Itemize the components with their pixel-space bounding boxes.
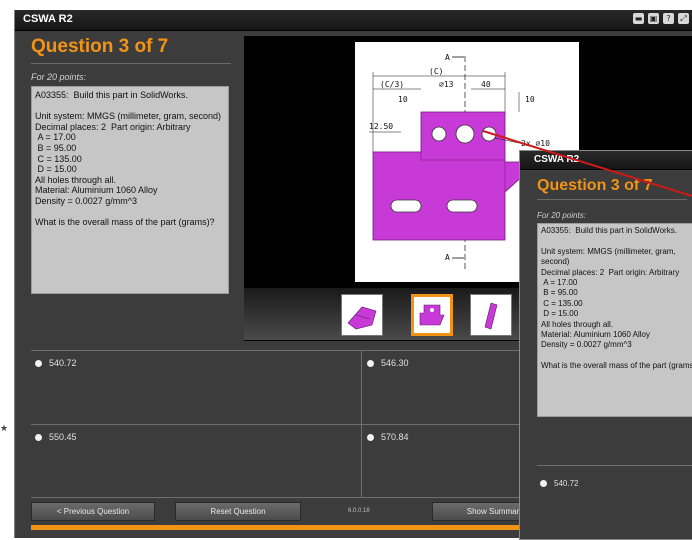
overlay-points-label: For 20 points: <box>537 211 586 220</box>
dim-10-left: 10 <box>398 95 408 104</box>
overlay-title-divider <box>537 199 687 200</box>
radio-button[interactable] <box>540 480 547 487</box>
radio-button[interactable] <box>35 433 42 441</box>
dim-holes: 2x ∅10 <box>521 139 550 148</box>
overlay-question-title: Question 3 of 7 <box>537 177 653 194</box>
answer-option-3[interactable]: 550.45 <box>35 432 77 442</box>
fullscreen-icon[interactable]: ⤢ <box>678 13 689 24</box>
star-icon: ★ <box>0 424 9 434</box>
dim-12-50: 12.50 <box>369 122 393 131</box>
answer-label: 570.84 <box>381 432 409 442</box>
title-bar: CSWA R2 ▬ ▣ ? ⤢ <box>15 10 692 31</box>
overlay-answer-divider <box>537 465 692 466</box>
section-label-top: A <box>445 53 450 62</box>
answer-option-4[interactable]: 570.84 <box>367 432 409 442</box>
previous-question-button[interactable]: < Previous Question <box>31 502 155 521</box>
minimize-icon[interactable]: ▬ <box>633 13 644 24</box>
answer-label: 540.72 <box>49 358 77 368</box>
hole-small <box>431 126 447 142</box>
answer-label: 550.45 <box>49 432 77 442</box>
section-label-bottom: A <box>445 253 450 262</box>
window-title: CSWA R2 <box>23 13 73 25</box>
dim-c3: (C/3) <box>380 80 404 89</box>
radio-button[interactable] <box>367 359 374 367</box>
overlay-answer-label: 540.72 <box>554 479 579 488</box>
thumbnail-drawing[interactable] <box>411 294 453 336</box>
dim-10-right: 10 <box>525 95 535 104</box>
answer-divider-vertical <box>361 350 362 498</box>
points-label: For 20 points: <box>31 72 87 82</box>
slot-left <box>390 199 422 213</box>
overlay-question-text-box: A03355: Build this part in SolidWorks. U… <box>537 223 692 417</box>
answer-label: 546.30 <box>381 358 409 368</box>
question-title: Question 3 of 7 <box>31 36 169 57</box>
overlay-window: CSWA R2 Question 3 of 7 For 20 points: A… <box>519 150 692 540</box>
slot-right <box>446 199 478 213</box>
thumbnail-isometric[interactable] <box>341 294 383 336</box>
overlay-window-title: CSWA R2 <box>534 154 580 165</box>
radio-button[interactable] <box>35 359 42 367</box>
answer-option-1[interactable]: 540.72 <box>35 358 77 368</box>
overlay-answer-option-1[interactable]: 540.72 <box>540 479 578 488</box>
hole-small-right <box>481 126 497 142</box>
answer-option-2[interactable]: 546.30 <box>367 358 409 368</box>
restore-icon[interactable]: ▣ <box>648 13 659 24</box>
question-text-box: A03355: Build this part in SolidWorks. U… <box>31 86 229 294</box>
dim-40: 40 <box>481 80 491 89</box>
version-label: 6.0.0.18 <box>348 508 370 514</box>
overlay-title-bar: CSWA R2 <box>520 151 692 170</box>
part-body <box>372 111 526 241</box>
dim-d13: ∅13 <box>439 80 454 89</box>
hole-large <box>455 124 475 144</box>
help-icon[interactable]: ? <box>663 13 674 24</box>
thumbnail-side[interactable] <box>470 294 512 336</box>
radio-button[interactable] <box>367 433 374 441</box>
dim-c: (C) <box>429 67 443 76</box>
reset-question-button[interactable]: Reset Question <box>175 502 301 521</box>
title-divider <box>31 63 231 64</box>
